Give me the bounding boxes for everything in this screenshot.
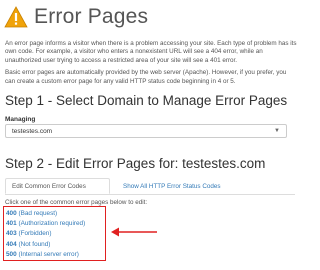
intro-paragraph-1: An error page informs a visitor when the… xyxy=(5,40,297,64)
chevron-down-icon: ▼ xyxy=(274,128,280,134)
error-code-link-401[interactable]: 401 (Authorization required) xyxy=(6,219,85,229)
error-code-name: (Bad request) xyxy=(18,210,58,217)
error-code-link-404[interactable]: 404 (Not found) xyxy=(6,240,85,250)
tab-edit-common-error-codes[interactable]: Edit Common Error Codes xyxy=(5,178,110,194)
error-code-number: 500 xyxy=(6,250,17,258)
error-code-name: (Forbidden) xyxy=(18,230,52,238)
managing-label: Managing xyxy=(5,116,36,123)
domain-select[interactable]: testestes.com ▼ xyxy=(5,124,287,138)
arrow-left-icon xyxy=(111,227,157,237)
error-code-name: (Authorization required) xyxy=(18,220,86,228)
step2-heading: Step 2 - Edit Error Pages for: testestes… xyxy=(5,156,266,171)
page-header: Error Pages xyxy=(4,4,148,30)
error-code-number: 401 xyxy=(6,220,17,228)
instruction-text: Click one of the common error pages belo… xyxy=(5,199,148,206)
warning-icon xyxy=(4,6,28,28)
error-code-name: (Not found) xyxy=(18,240,51,248)
error-code-list: 400 (Bad request) 401 (Authorization req… xyxy=(6,209,85,260)
domain-select-value: testestes.com xyxy=(12,127,53,135)
error-code-number: 400 xyxy=(6,210,17,217)
intro-paragraph-2: Basic error pages are automatically prov… xyxy=(5,69,287,85)
error-code-link-400[interactable]: 400 (Bad request) xyxy=(6,209,85,219)
error-code-link-500[interactable]: 500 (Internal server error) xyxy=(6,250,85,260)
tab-show-all-http-error-codes[interactable]: Show All HTTP Error Status Codes xyxy=(117,178,227,194)
error-code-name: (Internal server error) xyxy=(18,250,79,258)
error-code-tabs: Edit Common Error Codes Show All HTTP Er… xyxy=(5,178,295,195)
intro-text: An error page informs a visitor when the… xyxy=(5,40,297,90)
error-code-number: 404 xyxy=(6,240,17,248)
error-code-number: 403 xyxy=(6,230,17,238)
page-title: Error Pages xyxy=(34,5,149,28)
error-code-link-403[interactable]: 403 (Forbidden) xyxy=(6,229,85,239)
step1-heading: Step 1 - Select Domain to Manage Error P… xyxy=(5,93,288,108)
